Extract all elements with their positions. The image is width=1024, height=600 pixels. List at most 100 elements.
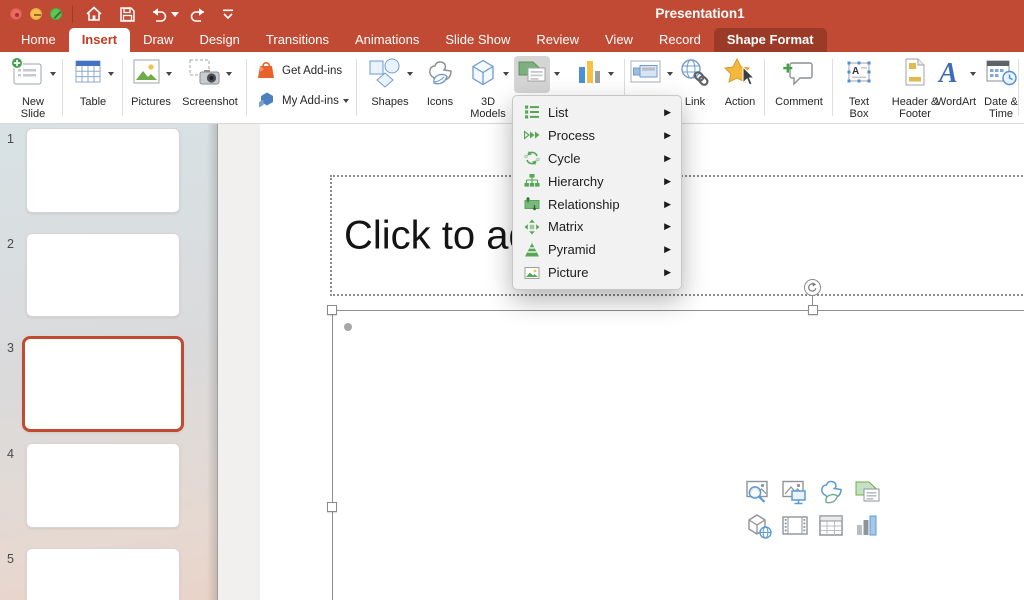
chart-placeholder-icon[interactable] [849,509,885,543]
screenshot-dropdown-icon[interactable] [226,72,232,76]
tab-draw[interactable]: Draw [130,28,186,52]
tab-shape-format[interactable]: Shape Format [714,28,827,52]
menu-item-process[interactable]: Process ▶ [513,124,681,147]
tab-slide-show[interactable]: Slide Show [432,28,523,52]
text-box-button[interactable]: A Text Box [838,52,880,123]
more-commands-icon[interactable] [221,5,235,23]
submenu-arrow-icon: ▶ [664,267,671,278]
screenshot-icon [188,57,222,92]
tab-view[interactable]: View [592,28,646,52]
resize-handle-left-middle[interactable] [327,502,337,512]
zoom-insert-dropdown-icon[interactable] [667,72,673,76]
ribbon-tab-bar: Home Insert Draw Design Transitions Anim… [0,28,1024,52]
my-add-ins-dropdown-icon[interactable] [343,99,349,103]
slide-number: 5 [7,552,14,566]
stock-images-icon[interactable] [741,475,777,509]
list-icon [524,104,540,120]
slide-thumbnail-5[interactable] [26,548,180,600]
new-slide-dropdown-icon[interactable] [50,72,56,76]
tab-insert[interactable]: Insert [69,28,130,52]
home-icon[interactable] [85,5,103,23]
menu-item-list[interactable]: List ▶ [513,101,681,124]
submenu-arrow-icon: ▶ [664,153,671,164]
chart-dropdown-icon[interactable] [608,72,614,76]
process-icon [524,127,540,143]
table-icon [72,57,104,92]
menu-item-cycle[interactable]: Cycle ▶ [513,147,681,170]
slide-thumbnail-4[interactable] [26,443,180,528]
slide-thumbnail-1[interactable] [26,128,180,213]
submenu-arrow-icon: ▶ [664,176,671,187]
save-icon[interactable] [119,5,136,23]
rotation-handle[interactable] [804,279,821,296]
table-dropdown-icon[interactable] [108,72,114,76]
rotation-handle-stem [812,296,813,305]
pictures-placeholder-icon[interactable] [777,475,813,509]
get-add-ins-icon [256,58,276,85]
submenu-arrow-icon: ▶ [664,221,671,232]
action-button[interactable]: Action [716,52,764,123]
group-separator [246,59,247,116]
powerpoint-window: Presentation1 Home Insert Draw Design Tr… [0,0,1024,600]
tab-review[interactable]: Review [523,28,592,52]
table-placeholder-icon[interactable] [813,509,849,543]
divider [72,5,73,23]
close-window-button[interactable] [10,8,22,20]
new-slide-button[interactable]: New Slide [4,52,62,123]
pictures-button[interactable]: Pictures [126,52,176,123]
tab-design[interactable]: Design [186,28,252,52]
smartart-icon [514,56,550,93]
3d-models-placeholder-icon[interactable] [741,509,777,543]
wordart-dropdown-icon[interactable] [970,72,976,76]
undo-dropdown-arrow-icon[interactable] [171,5,179,23]
undo-icon[interactable] [149,5,169,23]
screenshot-button[interactable]: Screenshot [178,52,242,123]
redo-icon[interactable] [188,5,208,23]
date-time-button[interactable]: Date & Time [978,52,1024,123]
tab-record[interactable]: Record [646,28,714,52]
3d-models-button[interactable]: 3D Models [462,52,514,123]
menu-item-relationship[interactable]: Relationship ▶ [513,193,681,216]
video-placeholder-icon[interactable] [777,509,813,543]
slide-thumbnail-3-selected[interactable] [22,336,184,432]
my-add-ins-icon [256,89,276,114]
group-separator [62,59,63,116]
3d-models-dropdown-icon[interactable] [503,72,509,76]
submenu-arrow-icon: ▶ [664,107,671,118]
icons-button[interactable]: Icons [420,52,460,123]
tab-animations[interactable]: Animations [342,28,432,52]
slide-thumbnail-2[interactable] [26,233,180,317]
menu-item-pyramid[interactable]: Pyramid ▶ [513,238,681,261]
wordart-icon: A [936,57,966,92]
cycle-icon [524,150,540,166]
content-placeholder[interactable] [332,310,1024,600]
shapes-dropdown-icon[interactable] [407,72,413,76]
wordart-button[interactable]: A WordArt [930,52,982,123]
resize-handle-top-left[interactable] [327,305,337,315]
submenu-arrow-icon: ▶ [664,244,671,255]
window-title: Presentation1 [655,0,744,28]
menu-item-matrix[interactable]: Matrix ▶ [513,215,681,238]
menu-item-hierarchy[interactable]: Hierarchy ▶ [513,170,681,193]
group-separator [122,59,123,116]
relationship-icon [524,196,540,212]
zoom-insert-icon [627,59,663,90]
pictures-dropdown-icon[interactable] [166,72,172,76]
minimize-window-button[interactable] [30,8,42,20]
smartart-dropdown-icon[interactable] [554,72,560,76]
my-add-ins-button[interactable]: My Add-ins [256,88,360,114]
tab-home[interactable]: Home [8,28,69,52]
add-ins-group: Get Add-ins My Add-ins [256,58,360,118]
icons-placeholder-icon[interactable] [813,475,849,509]
zoom-window-button[interactable] [50,8,62,20]
content-placeholder-icon-grid [741,475,887,543]
smartart-placeholder-icon[interactable] [849,475,885,509]
shapes-button[interactable]: Shapes [362,52,418,123]
menu-item-picture[interactable]: Picture ▶ [513,261,681,284]
resize-handle-top-center[interactable] [808,305,818,315]
table-button[interactable]: Table [66,52,120,123]
tab-transitions[interactable]: Transitions [253,28,342,52]
comment-button[interactable]: Comment [768,52,830,123]
get-add-ins-button[interactable]: Get Add-ins [256,58,360,84]
group-separator [764,59,765,116]
